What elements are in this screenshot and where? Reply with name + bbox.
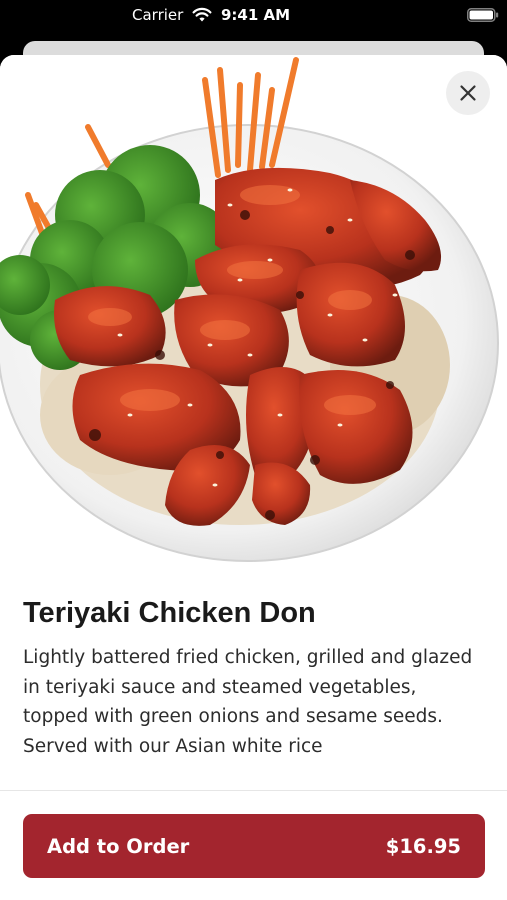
item-detail-sheet: Teriyaki Chicken Don Lightly battered fr… bbox=[0, 55, 507, 900]
add-to-order-label: Add to Order bbox=[47, 834, 190, 858]
battery-icon bbox=[467, 8, 499, 22]
divider bbox=[0, 790, 507, 791]
status-bar: Carrier 9:41 AM bbox=[0, 0, 507, 40]
price-label: $16.95 bbox=[385, 834, 461, 858]
dish-description: Lightly battered fried chicken, grilled … bbox=[23, 647, 473, 757]
dish-title: Teriyaki Chicken Don bbox=[23, 597, 316, 629]
status-time: 9:41 AM bbox=[221, 6, 291, 24]
dish-photo bbox=[0, 55, 507, 565]
close-button[interactable] bbox=[446, 71, 490, 115]
close-icon bbox=[460, 85, 476, 101]
wifi-icon bbox=[192, 7, 212, 22]
carrier-label: Carrier bbox=[132, 6, 184, 24]
add-to-order-button[interactable]: Add to Order $16.95 bbox=[23, 814, 485, 878]
